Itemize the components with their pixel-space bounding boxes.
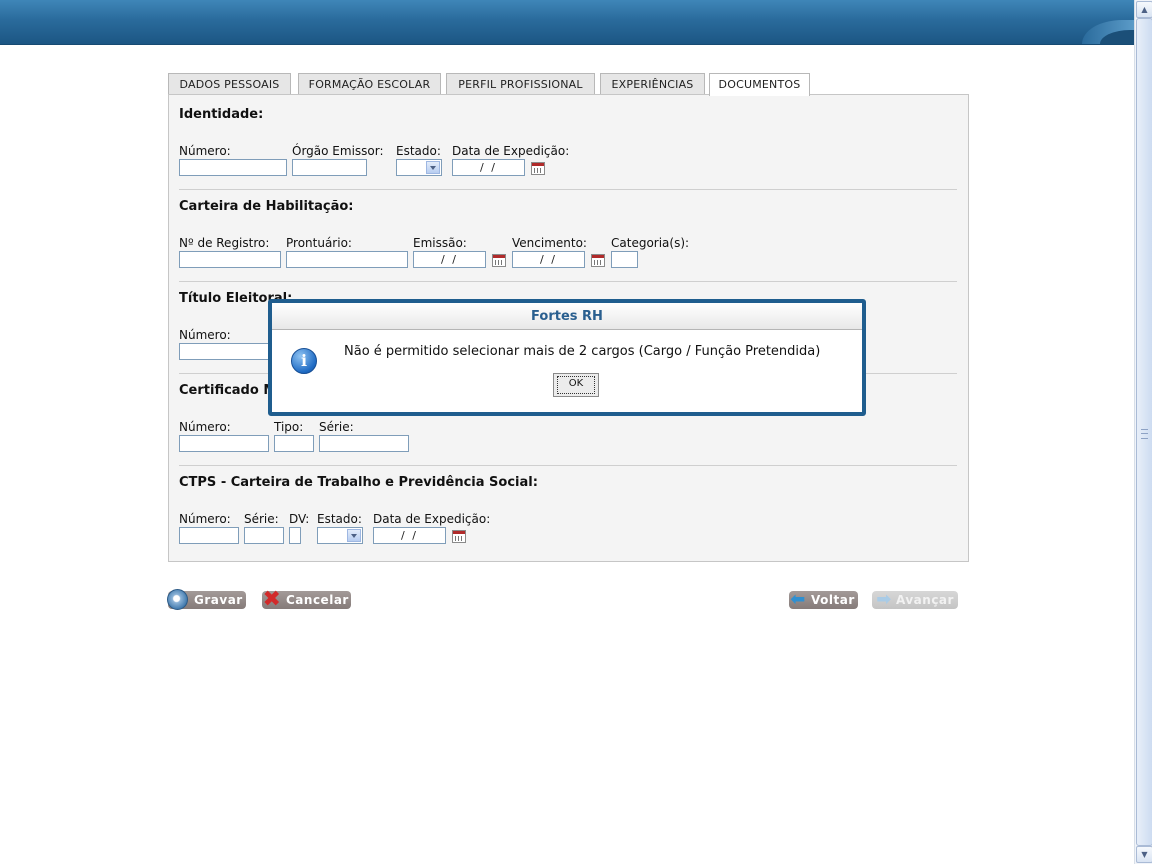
chevron-down-icon xyxy=(426,161,440,174)
cancelar-button[interactable]: ✖ Cancelar xyxy=(262,587,351,612)
certificado-tipo-label: Tipo: xyxy=(274,420,304,434)
scroll-down-icon[interactable]: ▼ xyxy=(1136,846,1152,863)
titulo-numero-input[interactable] xyxy=(179,343,274,360)
vertical-scrollbar[interactable]: ▲ ▼ xyxy=(1134,0,1152,864)
voltar-label: Voltar xyxy=(811,593,855,607)
top-banner xyxy=(0,0,1134,45)
scroll-grip-icon xyxy=(1141,429,1148,439)
ctps-dv-input[interactable] xyxy=(289,527,301,544)
habilitacao-registro-input[interactable] xyxy=(179,251,281,268)
scroll-up-icon[interactable]: ▲ xyxy=(1136,1,1152,18)
identidade-orgao-input[interactable] xyxy=(292,159,367,176)
tab-perfil-profissional[interactable]: PERFIL PROFISSIONAL xyxy=(446,73,595,94)
voltar-button[interactable]: ⬅ Voltar xyxy=(789,589,858,610)
calendar-icon[interactable] xyxy=(452,530,466,543)
gravar-button[interactable]: Gravar xyxy=(167,589,246,610)
focus-ring xyxy=(557,376,595,394)
dialog-title: Fortes RH xyxy=(272,303,862,330)
certificado-serie-label: Série: xyxy=(319,420,354,434)
habilitacao-registro-label: Nº de Registro: xyxy=(179,236,270,250)
calendar-icon[interactable] xyxy=(492,254,506,267)
calendar-icon[interactable] xyxy=(531,162,545,175)
arrow-left-icon: ⬅ xyxy=(790,589,806,610)
avancar-button[interactable]: ➡ Avançar xyxy=(872,589,958,610)
ok-button[interactable]: OK xyxy=(553,373,599,397)
scroll-thumb[interactable] xyxy=(1136,18,1152,846)
ctps-estado-label: Estado: xyxy=(317,512,362,526)
gravar-label: Gravar xyxy=(194,593,243,607)
certificado-title: Certificado M xyxy=(179,383,277,398)
identidade-title: Identidade: xyxy=(179,107,264,122)
divider xyxy=(179,281,957,282)
identidade-data-input[interactable]: / / xyxy=(452,159,525,176)
habilitacao-categoria-label: Categoria(s): xyxy=(611,236,690,250)
certificado-serie-input[interactable] xyxy=(319,435,409,452)
ctps-serie-input[interactable] xyxy=(244,527,284,544)
habilitacao-categoria-input[interactable] xyxy=(611,251,638,268)
identidade-numero-label: Número: xyxy=(179,144,231,158)
cancelar-label: Cancelar xyxy=(286,593,349,607)
arrow-right-icon: ➡ xyxy=(876,589,892,610)
habilitacao-title: Carteira de Habilitação: xyxy=(179,199,354,214)
avancar-label: Avançar xyxy=(896,593,954,607)
ctps-estado-select[interactable] xyxy=(317,527,363,544)
dialog-message: Não é permitido selecionar mais de 2 car… xyxy=(344,344,821,359)
divider xyxy=(179,189,957,190)
close-icon: ✖ xyxy=(262,587,282,612)
ctps-numero-input[interactable] xyxy=(179,527,239,544)
identidade-data-label: Data de Expedição: xyxy=(452,144,570,158)
ctps-serie-label: Série: xyxy=(244,512,279,526)
ctps-dv-label: DV: xyxy=(289,512,310,526)
habilitacao-prontuario-label: Prontuário: xyxy=(286,236,352,250)
certificado-numero-label: Número: xyxy=(179,420,231,434)
tab-documentos[interactable]: DOCUMENTOS xyxy=(709,73,810,96)
certificado-numero-input[interactable] xyxy=(179,435,269,452)
ctps-title: CTPS - Carteira de Trabalho e Previdênci… xyxy=(179,475,538,490)
habilitacao-emissao-input[interactable]: / / xyxy=(413,251,486,268)
habilitacao-vencimento-label: Vencimento: xyxy=(512,236,587,250)
tab-formacao-escolar[interactable]: FORMAÇÃO ESCOLAR xyxy=(298,73,441,94)
certificado-tipo-input[interactable] xyxy=(274,435,314,452)
ctps-numero-label: Número: xyxy=(179,512,231,526)
tab-dados-pessoais[interactable]: DADOS PESSOAIS xyxy=(168,73,291,94)
habilitacao-emissao-label: Emissão: xyxy=(413,236,467,250)
calendar-icon[interactable] xyxy=(591,254,605,267)
habilitacao-vencimento-input[interactable]: / / xyxy=(512,251,585,268)
tab-experiencias[interactable]: EXPERIÊNCIAS xyxy=(600,73,705,94)
divider xyxy=(179,465,957,466)
alert-dialog: Fortes RH i Não é permitido selecionar m… xyxy=(268,299,866,416)
chevron-down-icon xyxy=(347,529,361,542)
ctps-data-label: Data de Expedição: xyxy=(373,512,491,526)
info-icon: i xyxy=(291,348,317,374)
disk-icon xyxy=(167,589,188,610)
identidade-orgao-label: Órgão Emissor: xyxy=(292,144,384,158)
identidade-estado-label: Estado: xyxy=(396,144,441,158)
titulo-numero-label: Número: xyxy=(179,328,231,342)
habilitacao-prontuario-input[interactable] xyxy=(286,251,408,268)
identidade-estado-select[interactable] xyxy=(396,159,442,176)
ctps-data-input[interactable]: / / xyxy=(373,527,446,544)
identidade-numero-input[interactable] xyxy=(179,159,287,176)
